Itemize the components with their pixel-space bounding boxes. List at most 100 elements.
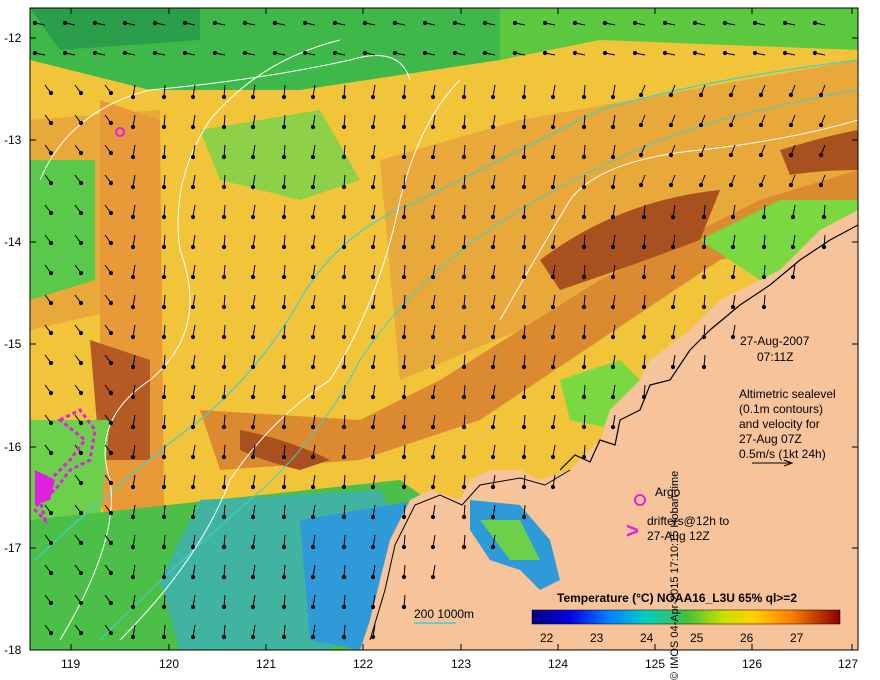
velocity-head xyxy=(182,20,188,26)
velocity-head xyxy=(190,634,196,640)
velocity-head xyxy=(190,304,196,310)
velocity-head xyxy=(341,364,347,370)
velocity-head xyxy=(190,424,196,430)
velocity-head xyxy=(48,450,54,456)
velocity-head xyxy=(78,630,84,636)
velocity-head xyxy=(161,544,167,550)
velocity-head xyxy=(370,574,376,580)
velocity-head xyxy=(610,214,616,220)
velocity-head xyxy=(78,600,84,606)
velocity-head xyxy=(78,150,84,156)
velocity-head xyxy=(161,124,167,130)
velocity-head xyxy=(668,92,674,98)
velocity-head xyxy=(452,20,458,26)
velocity-head xyxy=(242,20,248,26)
velocity-head xyxy=(108,570,114,576)
velocity-head xyxy=(212,20,218,26)
velocity-head xyxy=(581,184,587,190)
velocity-head xyxy=(341,334,347,340)
velocity-head xyxy=(610,154,616,160)
velocity-head xyxy=(341,304,347,310)
velocity-head xyxy=(161,334,167,340)
velocity-head xyxy=(78,240,84,246)
velocity-head xyxy=(490,124,496,130)
velocity-head xyxy=(422,20,428,26)
velocity-head xyxy=(641,304,647,310)
velocity-head xyxy=(108,150,114,156)
velocity-head xyxy=(190,484,196,490)
velocity-head xyxy=(332,50,338,56)
velocity-head xyxy=(250,484,256,490)
lon-tick-label: 126 xyxy=(742,657,762,671)
velocity-head xyxy=(48,180,54,186)
lon-tick-label: 120 xyxy=(159,657,179,671)
lat-tick-label: -15 xyxy=(4,337,22,351)
velocity-head xyxy=(310,544,316,550)
velocity-head xyxy=(78,330,84,336)
velocity-head xyxy=(401,604,407,610)
velocity-head xyxy=(302,50,308,56)
velocity-head xyxy=(701,364,707,370)
velocity-head xyxy=(638,122,644,128)
velocity-head xyxy=(250,184,256,190)
velocity-head xyxy=(48,390,54,396)
velocity-head xyxy=(401,454,407,460)
velocity-head xyxy=(250,334,256,340)
velocity-head xyxy=(78,300,84,306)
velocity-head xyxy=(370,394,376,400)
velocity-head xyxy=(250,124,256,130)
velocity-head xyxy=(641,274,647,280)
velocity-head xyxy=(108,600,114,606)
velocity-head xyxy=(730,214,736,220)
velocity-head xyxy=(490,274,496,280)
drifter-legend-icon: > xyxy=(626,518,639,543)
velocity-head xyxy=(638,92,644,98)
velocity-head xyxy=(370,424,376,430)
velocity-head xyxy=(302,20,308,26)
velocity-head xyxy=(48,150,54,156)
velocity-head xyxy=(461,304,467,310)
velocity-head xyxy=(78,360,84,366)
velocity-head xyxy=(332,20,338,26)
velocity-head xyxy=(161,604,167,610)
velocity-head xyxy=(281,604,287,610)
velocity-head xyxy=(788,92,794,98)
velocity-head xyxy=(581,394,587,400)
velocity-head xyxy=(670,214,676,220)
velocity-head xyxy=(461,274,467,280)
velocity-head xyxy=(108,240,114,246)
velocity-head xyxy=(221,244,227,250)
lon-tick-label: 121 xyxy=(256,657,276,671)
velocity-head xyxy=(610,424,616,430)
velocity-head xyxy=(550,154,556,160)
velocity-head xyxy=(818,122,824,128)
velocity-head xyxy=(401,574,407,580)
velocity-head xyxy=(392,50,398,56)
velocity-head xyxy=(212,50,218,56)
velocity-head xyxy=(152,20,158,26)
velocity-head xyxy=(221,574,227,580)
velocity-head xyxy=(161,184,167,190)
velocity-head xyxy=(281,244,287,250)
velocity-head xyxy=(490,544,496,550)
velocity-head xyxy=(48,510,54,516)
velocity-head xyxy=(550,124,556,130)
velocity-head xyxy=(638,182,644,188)
velocity-head xyxy=(782,50,788,56)
velocity-head xyxy=(221,394,227,400)
velocity-head xyxy=(190,94,196,100)
velocity-head xyxy=(130,184,136,190)
velocity-head xyxy=(641,334,647,340)
velocity-head xyxy=(641,394,647,400)
velocity-head xyxy=(401,94,407,100)
velocity-head xyxy=(401,394,407,400)
velocity-head xyxy=(190,214,196,220)
velocity-head xyxy=(550,214,556,220)
velocity-head xyxy=(310,484,316,490)
velocity-head xyxy=(728,122,734,128)
velocity-head xyxy=(92,20,98,26)
velocity-head xyxy=(542,20,548,26)
velocity-head xyxy=(78,180,84,186)
velocity-head xyxy=(190,604,196,610)
velocity-head xyxy=(401,214,407,220)
